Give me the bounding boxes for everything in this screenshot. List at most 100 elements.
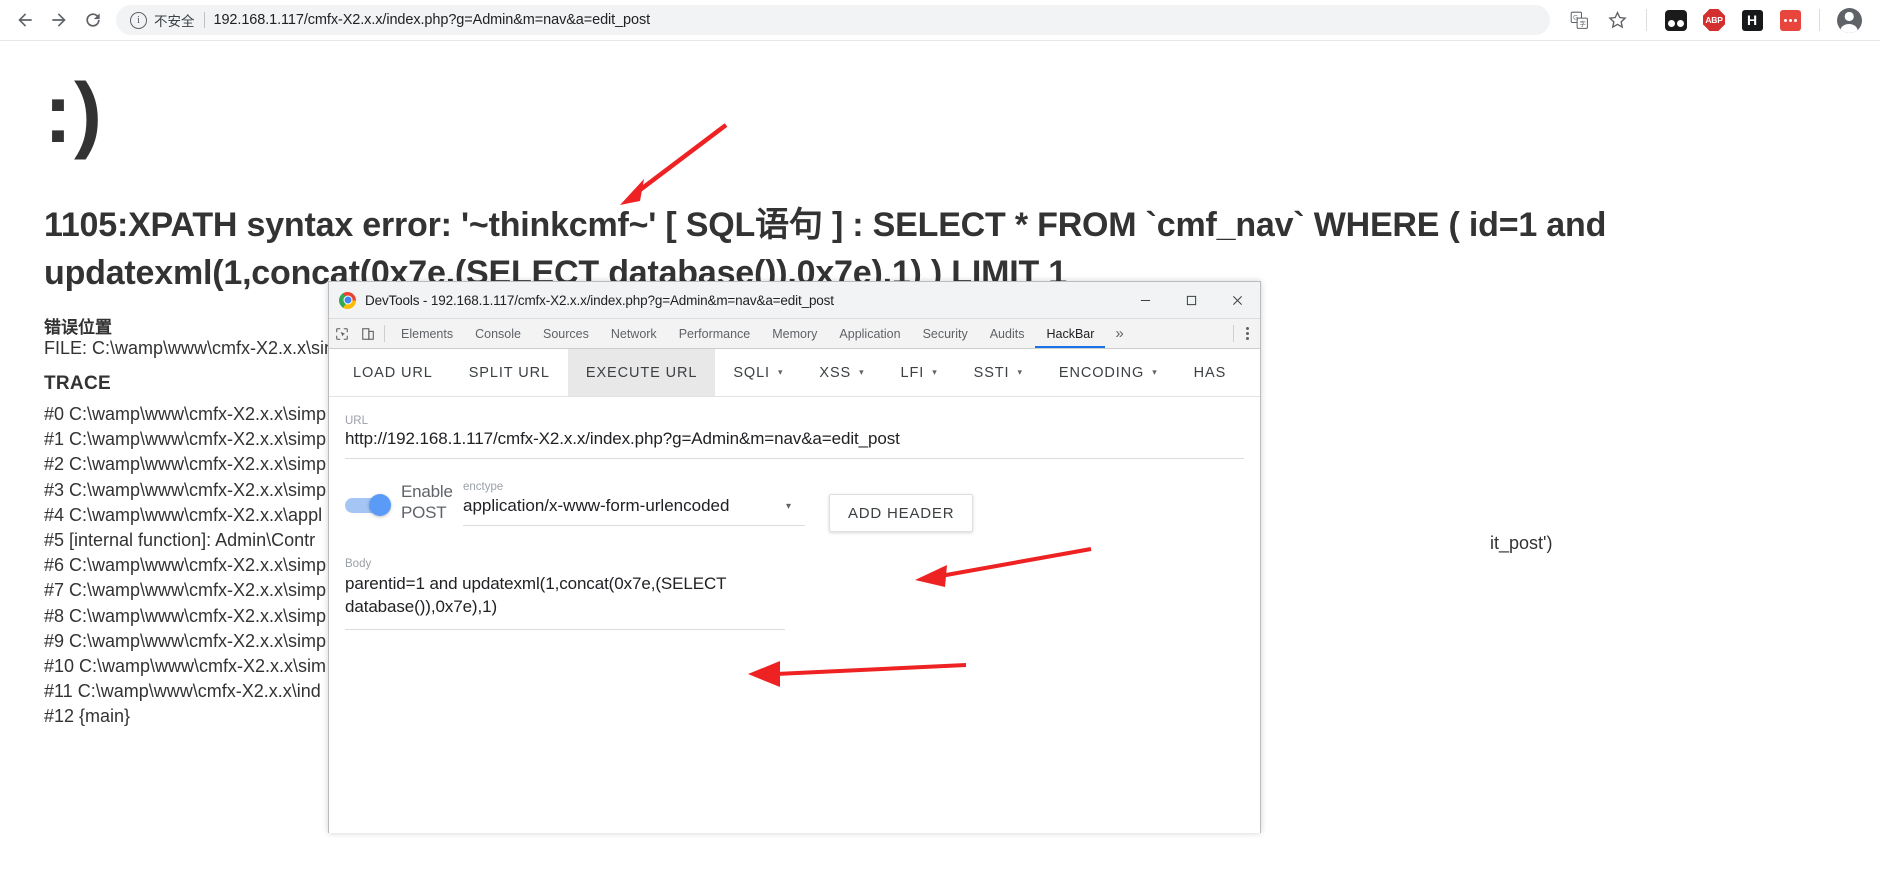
device-toolbar-icon[interactable] — [355, 319, 381, 348]
chevron-down-icon: ▾ — [932, 367, 938, 377]
url-input[interactable]: http://192.168.1.117/cmfx-X2.x.x/index.p… — [345, 429, 1244, 459]
hackbar-toolbar: LOAD URL SPLIT URL EXECUTE URL SQLI ▾ XS… — [329, 349, 1260, 397]
button-label: ADD HEADER — [848, 504, 955, 522]
tab-label: Network — [610, 326, 657, 341]
tabbar-spacer — [1134, 319, 1233, 348]
tab-network[interactable]: Network — [600, 319, 668, 348]
chevron-down-icon: ▾ — [1152, 367, 1158, 377]
sqli-menu-button[interactable]: SQLI ▾ — [715, 349, 801, 396]
hashing-menu-button[interactable]: HAS — [1176, 349, 1245, 396]
button-label: LFI — [900, 364, 925, 381]
smiley-face: :) — [44, 66, 104, 160]
chevron-down-icon: ▾ — [1017, 367, 1023, 377]
encoding-menu-button[interactable]: ENCODING ▾ — [1041, 349, 1176, 396]
tab-label: HackBar — [1046, 326, 1095, 341]
tab-console[interactable]: Console — [464, 319, 532, 348]
trace-right-fragment: it_post') — [1490, 533, 1553, 553]
devtools-menu-icon[interactable] — [1234, 319, 1260, 348]
tab-label: Console — [475, 326, 521, 341]
xss-menu-button[interactable]: XSS ▾ — [801, 349, 882, 396]
lfi-menu-button[interactable]: LFI ▾ — [883, 349, 956, 396]
toolbar-divider-2 — [1819, 9, 1820, 31]
chrome-logo-icon — [339, 291, 356, 309]
devtools-titlebar[interactable]: DevTools - 192.168.1.117/cmfx-X2.x.x/ind… — [329, 282, 1260, 319]
forward-button[interactable] — [42, 3, 76, 37]
inspect-element-icon[interactable] — [329, 319, 355, 348]
body-field-label: Body — [345, 558, 372, 570]
enable-post-label: Enable POST — [401, 482, 453, 522]
hackbar-form: URL http://192.168.1.117/cmfx-X2.x.x/ind… — [329, 397, 1260, 630]
bookmark-star-icon[interactable] — [1601, 4, 1633, 36]
browser-toolbar: i 不安全 192.168.1.117/cmfx-X2.x.x/index.ph… — [0, 0, 1880, 41]
enable-post-toggle[interactable] — [345, 494, 391, 516]
maximize-button[interactable] — [1168, 282, 1214, 318]
chevron-down-icon[interactable]: ▾ — [786, 501, 791, 512]
split-url-button[interactable]: SPLIT URL — [451, 349, 568, 396]
more-tabs-chevron-icon[interactable]: » — [1105, 319, 1133, 348]
tab-security[interactable]: Security — [912, 319, 979, 348]
vimium-extension-icon[interactable] — [1660, 4, 1692, 36]
abp-badge-label: ABP — [1703, 9, 1725, 31]
tab-hackbar[interactable]: HackBar — [1035, 319, 1106, 348]
enctype-select-value[interactable]: application/x-www-form-urlencoded — [463, 493, 805, 526]
reload-button[interactable] — [76, 3, 110, 37]
button-label: SSTI — [973, 364, 1010, 381]
add-header-button[interactable]: ADD HEADER — [829, 494, 974, 532]
devtools-window: DevTools - 192.168.1.117/cmfx-X2.x.x/ind… — [328, 281, 1261, 833]
error-location-title: 错误位置 — [44, 318, 112, 337]
tab-label: Audits — [989, 326, 1025, 341]
address-bar-url[interactable]: 192.168.1.117/cmfx-X2.x.x/index.php?g=Ad… — [214, 12, 651, 28]
tab-sources[interactable]: Sources — [532, 319, 600, 348]
tab-label: Elements — [401, 326, 454, 341]
hackbar-panel: LOAD URL SPLIT URL EXECUTE URL SQLI ▾ XS… — [329, 349, 1260, 832]
button-label: SPLIT URL — [468, 364, 550, 381]
close-button[interactable] — [1214, 282, 1260, 318]
body-field-group: Body parentid=1 and updatexml(1,concat(0… — [345, 558, 785, 630]
button-label: ENCODING — [1058, 364, 1145, 381]
tab-memory[interactable]: Memory — [761, 319, 828, 348]
tab-performance[interactable]: Performance — [668, 319, 762, 348]
tab-label: Sources — [542, 326, 589, 341]
insecure-label: 不安全 — [154, 14, 195, 29]
chevron-down-icon: ▾ — [859, 367, 865, 377]
enctype-label: enctype — [463, 481, 504, 493]
arrow-to-error-heading — [620, 123, 728, 205]
omnibox-divider — [203, 12, 205, 28]
translate-icon[interactable]: G 字 — [1563, 4, 1595, 36]
button-label: XSS — [819, 364, 852, 381]
profile-avatar[interactable] — [1833, 4, 1865, 36]
load-url-button[interactable]: LOAD URL — [335, 349, 451, 396]
wappalyzer-extension-icon[interactable] — [1774, 4, 1806, 36]
minimize-button[interactable] — [1122, 282, 1168, 318]
enctype-select-group[interactable]: enctype application/x-www-form-urlencode… — [463, 481, 805, 526]
error-file-path: FILE: C:\wamp\www\cmfx-X2.x.x\sim — [44, 338, 340, 358]
tab-application[interactable]: Application — [828, 319, 911, 348]
svg-text:字: 字 — [1579, 19, 1585, 28]
toolbar-divider — [1646, 9, 1647, 31]
tab-label: Security — [922, 326, 968, 341]
hackbar-badge-label: H — [1741, 9, 1763, 31]
tab-label: Memory — [772, 326, 818, 341]
tab-audits[interactable]: Audits — [979, 319, 1036, 348]
button-label: SQLI — [733, 364, 770, 381]
post-options-row: Enable POST enctype application/x-www-fo… — [345, 481, 1244, 532]
back-button[interactable] — [8, 3, 42, 37]
button-label: EXECUTE URL — [585, 364, 698, 381]
body-textarea[interactable]: parentid=1 and updatexml(1,concat(0x7e,(… — [345, 572, 785, 630]
devtools-tabbar: Elements Console Sources Network Perform… — [329, 319, 1260, 349]
trace-title: TRACE — [44, 373, 111, 394]
tab-label: Application — [839, 326, 901, 341]
toolbar-divider — [384, 325, 385, 342]
site-info-icon[interactable]: i — [130, 11, 147, 29]
ssti-menu-button[interactable]: SSTI ▾ — [956, 349, 1041, 396]
chevron-down-icon: ▾ — [777, 367, 784, 377]
address-bar[interactable]: i 不安全 192.168.1.117/cmfx-X2.x.x/index.ph… — [116, 5, 1550, 35]
url-field-label: URL — [345, 415, 369, 427]
hackbar-extension-icon[interactable]: H — [1736, 4, 1768, 36]
url-field-group: URL http://192.168.1.117/cmfx-X2.x.x/ind… — [345, 415, 1244, 459]
tab-elements[interactable]: Elements — [390, 319, 464, 348]
adblock-plus-extension-icon[interactable]: ABP — [1698, 4, 1730, 36]
execute-url-button[interactable]: EXECUTE URL — [567, 349, 716, 396]
button-label: HAS — [1193, 364, 1227, 381]
tab-label: Performance — [678, 326, 751, 341]
